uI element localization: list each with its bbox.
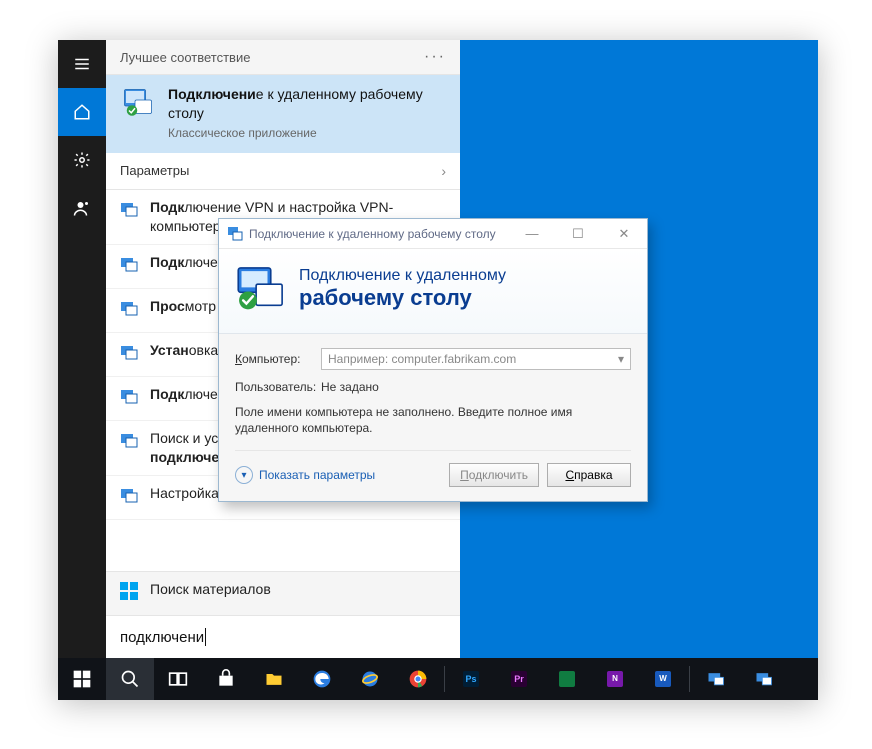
settings-item-icon — [120, 343, 138, 361]
onenote-icon[interactable]: N — [591, 658, 639, 700]
computer-combobox[interactable]: Например: computer.fabrikam.com ▾ — [321, 348, 631, 370]
home-icon[interactable] — [58, 88, 106, 136]
settings-item-icon — [120, 431, 138, 449]
rdp-dialog: Подключение к удаленному рабочему столу … — [218, 218, 648, 502]
computer-label: Компьютер: — [235, 352, 321, 366]
chevron-right-icon: › — [441, 163, 446, 179]
app-icon-1[interactable] — [543, 658, 591, 700]
user-label: Пользователь: — [235, 380, 321, 394]
text-caret — [205, 628, 206, 646]
settings-item-icon — [120, 387, 138, 405]
task-view-button[interactable] — [154, 658, 202, 700]
start-button[interactable] — [58, 658, 106, 700]
ie-icon[interactable] — [346, 658, 394, 700]
rdp-banner-text: Подключение к удаленному рабочему столу — [299, 266, 506, 312]
chevron-down-icon: ▾ — [618, 352, 624, 366]
best-match-title: Подключение к удаленному рабочему столу — [168, 85, 446, 123]
user-value: Не задано — [321, 380, 379, 394]
settings-item-icon — [120, 200, 138, 218]
best-match-header: Лучшее соответствие ··· — [106, 40, 460, 75]
best-match-subtitle: Классическое приложение — [168, 125, 446, 141]
photoshop-icon[interactable]: Ps — [447, 658, 495, 700]
search-button[interactable] — [106, 658, 154, 700]
premiere-icon[interactable]: Pr — [495, 658, 543, 700]
minimize-button[interactable]: — — [509, 219, 555, 249]
rdp-help-text: Поле имени компьютера не заполнено. Введ… — [235, 404, 631, 436]
rdp-app-icon — [120, 85, 156, 121]
help-button[interactable]: Справка — [547, 463, 631, 487]
rdp-titlebar[interactable]: Подключение к удаленному рабочему столу … — [219, 219, 647, 249]
close-button[interactable]: ✕ — [601, 219, 647, 249]
word-icon[interactable]: W — [639, 658, 687, 700]
edge-icon[interactable] — [298, 658, 346, 700]
materials-item[interactable]: Поиск материалов — [106, 571, 460, 615]
show-options-link[interactable]: ▾ Показать параметры — [235, 466, 375, 484]
windows-icon — [120, 582, 138, 600]
computer-placeholder: Например: computer.fabrikam.com — [328, 352, 516, 366]
expand-down-icon: ▾ — [235, 466, 253, 484]
rdp-banner-icon — [235, 263, 287, 315]
connect-button[interactable]: Подключить — [449, 463, 539, 487]
search-input-row[interactable]: подключени — [106, 615, 460, 658]
settings-item-icon — [120, 486, 138, 504]
search-input[interactable]: подключени — [120, 629, 204, 646]
settings-section-header[interactable]: Параметры › — [106, 153, 460, 190]
more-icon[interactable]: ··· — [424, 48, 446, 66]
rdp-banner: Подключение к удаленному рабочему столу — [219, 249, 647, 334]
settings-item-icon — [120, 299, 138, 317]
taskbar: Ps Pr N W — [58, 658, 818, 700]
file-explorer-icon[interactable] — [250, 658, 298, 700]
app-icon-2[interactable] — [692, 658, 740, 700]
rdp-title: Подключение к удаленному рабочему столу — [249, 227, 509, 241]
best-match-label: Лучшее соответствие — [120, 50, 250, 65]
person-icon[interactable] — [58, 184, 106, 232]
search-rail — [58, 40, 106, 658]
maximize-button[interactable]: ☐ — [555, 219, 601, 249]
rdp-titlebar-icon — [227, 226, 243, 242]
best-match-item[interactable]: Подключение к удаленному рабочему столу … — [106, 75, 460, 153]
settings-item-icon — [120, 255, 138, 273]
chrome-icon[interactable] — [394, 658, 442, 700]
app-icon-3[interactable] — [740, 658, 788, 700]
store-icon[interactable] — [202, 658, 250, 700]
hamburger-icon[interactable] — [58, 40, 106, 88]
gear-icon[interactable] — [58, 136, 106, 184]
